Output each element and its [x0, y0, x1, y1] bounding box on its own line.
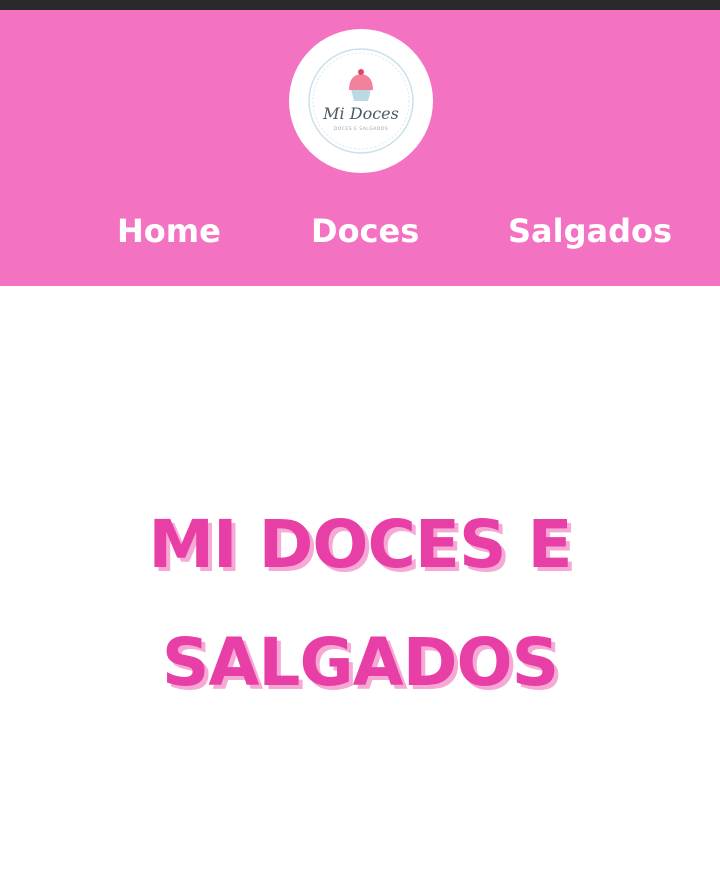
status-strip [0, 0, 720, 10]
nav-salgados-link[interactable]: Salgados [508, 215, 672, 247]
hero-title-line-2: SALGADOS [161, 624, 559, 701]
main-content: MI DOCES E SALGADOS [0, 286, 720, 880]
nav-home-link[interactable]: Home [117, 215, 221, 247]
logo-tagline: DOCES E SALGADOS [334, 126, 389, 132]
logo-brand: Mi Doces [322, 104, 399, 123]
site-logo[interactable]: Mi Doces DOCES E SALGADOS [289, 29, 433, 173]
hero-title: MI DOCES E SALGADOS [0, 486, 720, 722]
cupcake-logo-icon: Mi Doces DOCES E SALGADOS [308, 48, 414, 154]
hero-title-line-1: MI DOCES E [148, 506, 572, 583]
nav-doces-link[interactable]: Doces [311, 215, 419, 247]
site-header: Mi Doces DOCES E SALGADOS Home Doces Sal… [0, 10, 720, 286]
